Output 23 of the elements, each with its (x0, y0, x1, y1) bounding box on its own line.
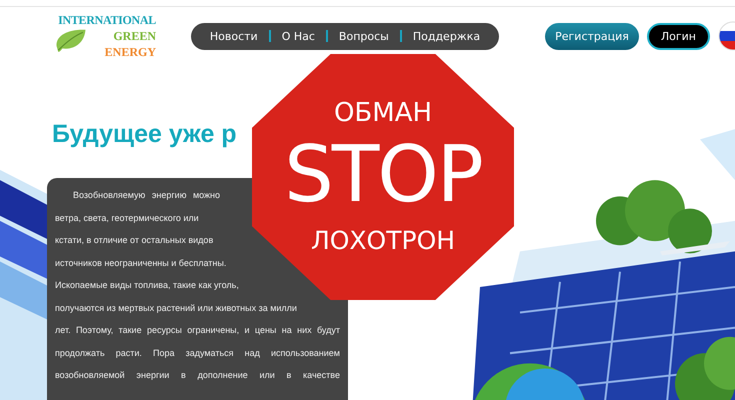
paragraph-line: возобновляемой энергии в дополнение или в качестве (55, 369, 340, 382)
paragraph-line: продолжать расти. Пора задуматься над использованием (55, 346, 340, 360)
nav-link[interactable]: Вопросы (338, 30, 389, 42)
hero-heading: Будущее уже р (52, 119, 237, 149)
sign-text: STOP (284, 129, 482, 221)
paragraph-line: кстати, в отличие от остальных видов (55, 234, 214, 247)
leaf-icon (54, 27, 88, 53)
register-button[interactable]: Регистрация (545, 22, 639, 50)
sign-text: ОБМАН (334, 97, 432, 129)
paragraph-line: ветра, света, геотермического или (55, 212, 199, 225)
paragraph-line: получаются из мертвых растений или животных за милли (55, 302, 297, 315)
paragraph-line: Ископаемые виды топлива, такие как уголь, (55, 279, 239, 292)
paragraph-line: источников неограниченны и бесплатны. (55, 256, 226, 270)
nav-link[interactable]: О Нас (282, 30, 315, 42)
logo-text: INTERNATIONAL (58, 12, 156, 28)
nav-link[interactable]: Поддержка (412, 30, 480, 42)
logo-text: ENERGY (104, 44, 156, 60)
paragraph-line: Возобновляемую энергию можно (72, 189, 220, 202)
logo-text: GREEN (113, 28, 156, 44)
sign-text: ЛОХОТРОН (310, 225, 456, 257)
nav-link[interactable]: Новости (210, 30, 258, 42)
paragraph-line: лет. Поэтому, такие ресурсы ограничены, и цены на них будут (55, 324, 340, 337)
login-button[interactable]: Логин (646, 22, 710, 50)
